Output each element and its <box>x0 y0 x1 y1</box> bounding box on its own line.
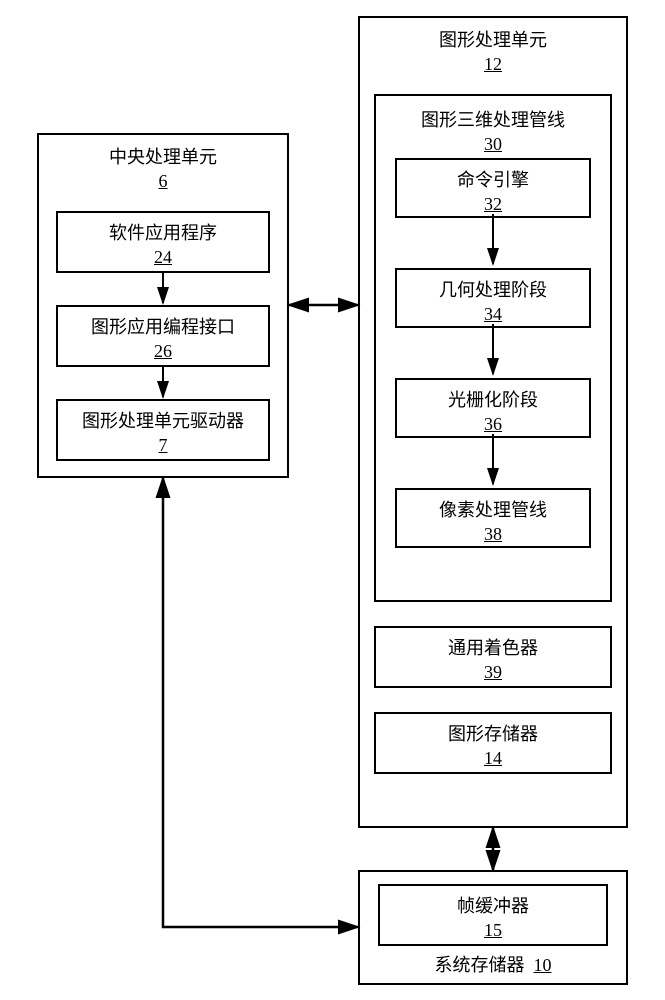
cpu-api-label: 图形应用编程接口 <box>58 313 268 339</box>
pixel-label: 像素处理管线 <box>397 496 589 522</box>
sysmem-title: 系统存储器 <box>435 955 525 975</box>
cpu-driver-num: 7 <box>58 435 268 456</box>
pipeline-title: 图形三维处理管线 <box>376 106 610 132</box>
raster-box: 光栅化阶段 36 <box>395 378 591 438</box>
pipeline-box: 图形三维处理管线 30 命令引擎 32 几何处理阶段 34 光栅化阶段 36 像… <box>374 94 612 602</box>
cpu-driver-box: 图形处理单元驱动器 7 <box>56 399 270 461</box>
sysmem-box: 帧缓冲器 15 系统存储器 10 <box>358 870 628 985</box>
gmem-label: 图形存储器 <box>376 720 610 746</box>
gpu-title: 图形处理单元 <box>360 26 626 52</box>
geom-box: 几何处理阶段 34 <box>395 268 591 328</box>
cmd-num: 32 <box>397 194 589 215</box>
cpu-api-num: 26 <box>58 341 268 362</box>
cpu-software-num: 24 <box>58 247 268 268</box>
raster-label: 光栅化阶段 <box>397 386 589 412</box>
framebuf-label: 帧缓冲器 <box>380 892 606 918</box>
cpu-box: 中央处理单元 6 软件应用程序 24 图形应用编程接口 26 图形处理单元驱动器… <box>37 133 289 478</box>
gmem-box: 图形存储器 14 <box>374 712 612 774</box>
shader-label: 通用着色器 <box>376 634 610 660</box>
cmd-box: 命令引擎 32 <box>395 158 591 218</box>
pixel-box: 像素处理管线 38 <box>395 488 591 548</box>
cpu-software-box: 软件应用程序 24 <box>56 211 270 273</box>
gmem-num: 14 <box>376 748 610 769</box>
sysmem-num: 10 <box>534 955 552 975</box>
pixel-num: 38 <box>397 524 589 545</box>
framebuf-num: 15 <box>380 920 606 941</box>
geom-label: 几何处理阶段 <box>397 276 589 302</box>
shader-box: 通用着色器 39 <box>374 626 612 688</box>
pipeline-num: 30 <box>376 134 610 155</box>
geom-num: 34 <box>397 304 589 325</box>
framebuf-box: 帧缓冲器 15 <box>378 884 608 946</box>
cpu-num: 6 <box>39 171 287 192</box>
gpu-num: 12 <box>360 54 626 75</box>
cpu-api-box: 图形应用编程接口 26 <box>56 305 270 367</box>
cpu-driver-label: 图形处理单元驱动器 <box>58 407 268 433</box>
cpu-software-label: 软件应用程序 <box>58 219 268 245</box>
raster-num: 36 <box>397 414 589 435</box>
gpu-box: 图形处理单元 12 图形三维处理管线 30 命令引擎 32 几何处理阶段 34 … <box>358 16 628 828</box>
cmd-label: 命令引擎 <box>397 166 589 192</box>
shader-num: 39 <box>376 662 610 683</box>
cpu-title: 中央处理单元 <box>39 143 287 169</box>
